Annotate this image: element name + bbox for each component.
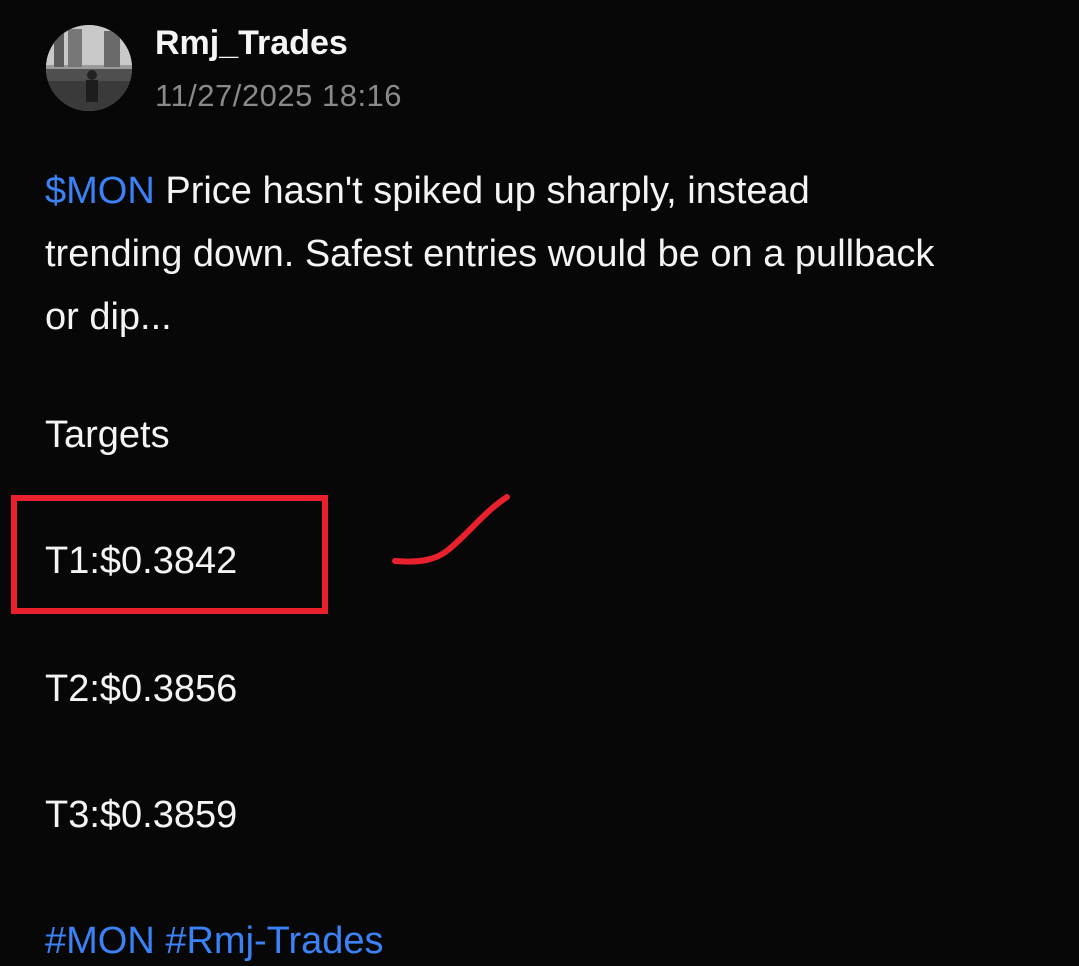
- hashtag-rmj-trades[interactable]: #Rmj-Trades: [165, 920, 383, 962]
- target-t3: T3:$0.3859: [45, 794, 238, 836]
- post-body-text: Price hasn't spiked up sharply, instead …: [45, 170, 935, 338]
- ticker-link[interactable]: $MON: [45, 170, 155, 212]
- avatar-photo: [46, 25, 132, 111]
- author-username[interactable]: Rmj_Trades: [155, 24, 348, 63]
- post-timestamp: 11/27/2025 18:16: [155, 78, 403, 113]
- hashtags: #MON #Rmj-Trades: [45, 920, 384, 963]
- target-t1: T1:$0.3842: [45, 540, 238, 582]
- targets-heading: Targets: [45, 414, 170, 456]
- hashtag-mon[interactable]: #MON: [45, 920, 155, 962]
- target-t2: T2:$0.3856: [45, 668, 238, 710]
- check-mark-icon: [392, 494, 510, 565]
- post-body: $MON Price hasn't spiked up sharply, ins…: [45, 160, 945, 349]
- avatar[interactable]: [46, 25, 132, 111]
